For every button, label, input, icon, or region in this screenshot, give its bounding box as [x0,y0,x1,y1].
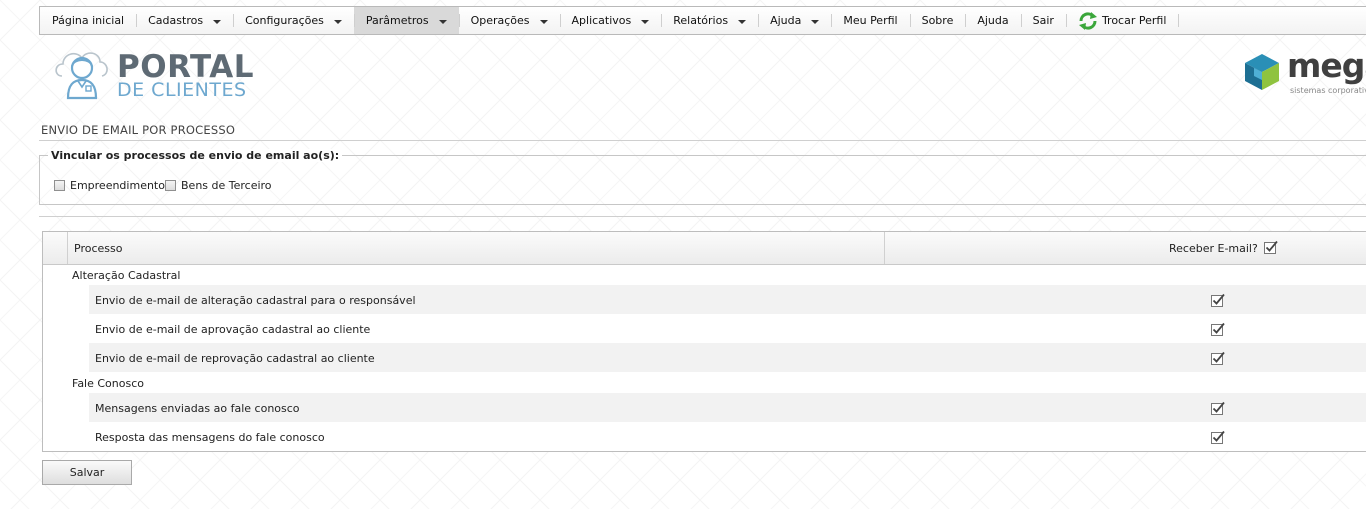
process-label: Mensagens enviadas ao fale conosco [95,402,300,415]
menu-item-label: Relatórios [673,14,729,27]
table-row: Envio de e-mail de aprovação cadastral a… [89,314,1366,343]
menu-item-label: Operações [470,14,530,27]
menu-item-aplicativos[interactable]: Aplicativos [559,7,662,34]
caret-down-icon [333,20,342,24]
caret-down-icon [738,20,747,24]
grid-header-expander-column [43,232,68,264]
process-label: Envio de e-mail de aprovação cadastral a… [95,323,371,336]
main-menu-bar: Página inicial Cadastros Configurações P… [39,6,1366,35]
mega-wordmark: mega [1287,50,1366,85]
column-separator [884,232,885,264]
table-row: Envio de e-mail de alteração cadastral p… [89,285,1366,314]
process-label: Envio de e-mail de alteração cadastral p… [95,294,416,307]
fieldset-legend: Vincular os processos de envio de email … [48,149,343,162]
group-header-fale-conosco: Fale Conosco [72,377,144,390]
menu-item-label: Trocar Perfil [1101,14,1167,27]
empreendimento-checkbox[interactable] [54,180,65,191]
divider [39,216,1366,217]
column-header-label: Receber E-mail? [1169,242,1258,255]
refresh-icon [1078,11,1098,30]
caret-down-icon [438,20,447,24]
receive-email-checkbox[interactable] [1211,400,1225,419]
menu-item-label: Meu Perfil [843,14,898,27]
caret-down-icon [213,20,222,24]
divider [39,140,1366,141]
menu-item-operacoes[interactable]: Operações [458,7,560,34]
mega-logo: mega sistemas corporativos [1242,50,1366,106]
process-label: Resposta das mensagens do fale conosco [95,431,325,444]
menu-item-pagina-inicial[interactable]: Página inicial [40,7,136,34]
table-row: Resposta das mensagens do fale conosco [89,422,1366,451]
table-row: Mensagens enviadas ao fale conosco [89,393,1366,422]
menu-item-label: Aplicativos [571,14,632,27]
receive-email-checkbox[interactable] [1211,292,1225,311]
menu-item-relatorios[interactable]: Relatórios [661,7,758,34]
receive-email-checkbox[interactable] [1211,429,1225,448]
process-email-grid: Processo Receber E-mail? Alteração Cadas… [42,231,1366,452]
select-all-checkbox[interactable] [1263,240,1278,257]
menu-item-label: Parâmetros [365,14,429,27]
page-title: ENVIO DE EMAIL POR PROCESSO [41,123,236,137]
portal-subtitle: DE CLIENTES [117,79,247,101]
column-header-receber-email: Receber E-mail? [1169,240,1278,257]
menu-item-parametros[interactable]: Parâmetros [353,7,459,34]
menu-item-label: Sair [1032,14,1054,27]
column-header-processo: Processo [74,242,123,255]
bens-de-terceiro-checkbox[interactable] [165,180,176,191]
process-label: Envio de e-mail de reprovação cadastral … [95,352,375,365]
option-bens-de-terceiro[interactable]: Bens de Terceiro [165,179,272,192]
receive-email-checkbox[interactable] [1211,321,1225,340]
table-row: Envio de e-mail de reprovação cadastral … [89,343,1366,372]
portal-clientes-logo: PORTAL DE CLIENTES [54,46,254,102]
menu-item-sair[interactable]: Sair [1020,7,1066,34]
menu-item-meu-perfil[interactable]: Meu Perfil [831,7,909,34]
caret-down-icon [641,20,650,24]
save-button[interactable]: Salvar [42,460,132,485]
menu-item-ajuda[interactable]: Ajuda [965,7,1020,34]
option-label: Empreendimento [70,179,165,192]
option-label: Bens de Terceiro [181,179,272,192]
caret-down-icon [539,20,548,24]
menu-item-label: Configurações [245,14,324,27]
user-cloud-icon [55,52,108,100]
menu-item-cadastros[interactable]: Cadastros [136,7,233,34]
menu-item-label: Sobre [921,14,954,27]
receive-email-checkbox[interactable] [1211,350,1225,369]
menu-item-label: Ajuda [977,14,1009,27]
mega-tagline: sistemas corporativos [1290,86,1366,95]
caret-down-icon [811,20,820,24]
group-header-alteracao-cadastral: Alteração Cadastral [72,269,181,282]
menu-item-ajuda-dropdown[interactable]: Ajuda [758,7,831,34]
menu-end-divider [1178,7,1202,34]
mega-cube-icon [1245,54,1279,90]
menu-item-label: Ajuda [770,14,802,27]
grid-header: Processo Receber E-mail? [43,232,1366,265]
menu-item-label: Página inicial [52,14,125,27]
menu-item-trocar-perfil[interactable]: Trocar Perfil [1065,7,1178,34]
option-empreendimento[interactable]: Empreendimento [54,179,165,192]
page: Página inicial Cadastros Configurações P… [0,0,1366,509]
menu-item-sobre[interactable]: Sobre [909,7,966,34]
menu-item-label: Cadastros [148,14,204,27]
menu-item-configuracoes[interactable]: Configurações [233,7,354,34]
